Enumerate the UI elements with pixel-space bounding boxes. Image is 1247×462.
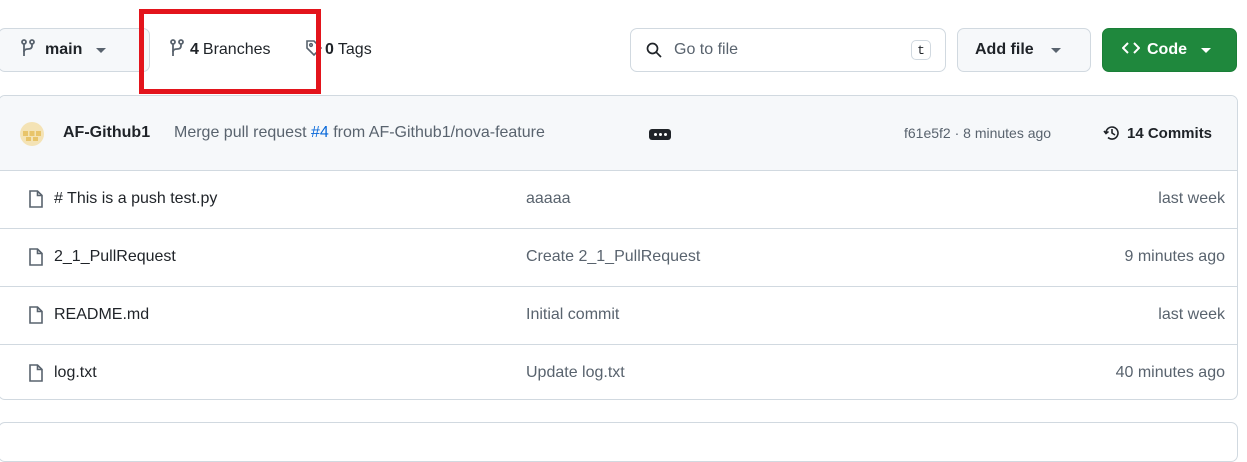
go-to-file-input[interactable]	[672, 40, 896, 60]
file-commit-date: 40 minutes ago	[1115, 364, 1225, 381]
file-commit-date: 9 minutes ago	[1124, 248, 1225, 265]
file-row[interactable]: log.txt Update log.txt 40 minutes ago	[0, 345, 1237, 399]
tags-label: Tags	[337, 41, 372, 58]
readme-box-edge	[0, 422, 1238, 462]
file-commit-message-link[interactable]: Initial commit	[526, 306, 619, 324]
git-branch-icon	[21, 38, 35, 62]
code-icon	[1121, 41, 1141, 60]
file-commit-message-link[interactable]: aaaaa	[526, 190, 571, 208]
expand-commit-ellipsis-icon[interactable]	[649, 129, 671, 140]
file-icon	[29, 306, 43, 329]
latest-commit-bar: AF-Github1 Merge pull request #4 from AF…	[0, 96, 1237, 171]
commit-author-link[interactable]: AF-Github1	[63, 124, 150, 142]
history-icon	[1103, 124, 1121, 142]
file-list-box: AF-Github1 Merge pull request #4 from AF…	[0, 95, 1238, 400]
code-label: Code	[1147, 41, 1187, 58]
file-commit-message-link[interactable]: Create 2_1_PullRequest	[526, 248, 700, 266]
file-name-link[interactable]: # This is a push test.py	[54, 190, 217, 208]
commits-history-link[interactable]: 14 Commits	[1103, 124, 1212, 142]
file-commit-date: last week	[1158, 306, 1225, 323]
file-row[interactable]: 2_1_PullRequest Create 2_1_PullRequest 9…	[0, 229, 1237, 287]
file-name-link[interactable]: log.txt	[54, 364, 97, 382]
pull-request-link[interactable]: #4	[311, 124, 329, 141]
branch-selector-button[interactable]: main	[0, 28, 150, 72]
chevron-down-icon	[1201, 47, 1211, 53]
shortcut-key-badge: t	[911, 40, 931, 60]
chevron-down-icon	[96, 47, 107, 53]
file-commit-date: last week	[1158, 190, 1225, 207]
file-name-link[interactable]: 2_1_PullRequest	[54, 248, 176, 266]
file-name-link[interactable]: README.md	[54, 306, 149, 324]
code-button[interactable]: Code	[1102, 28, 1237, 72]
file-icon	[29, 190, 43, 213]
commit-message-suffix: from AF-Github1/nova-feature	[333, 124, 545, 141]
file-icon	[29, 364, 43, 387]
file-row[interactable]: README.md Initial commit last week	[0, 287, 1237, 345]
chevron-down-icon	[1050, 47, 1061, 53]
file-row[interactable]: # This is a push test.py aaaaa last week	[0, 171, 1237, 229]
add-file-label: Add file	[975, 41, 1034, 58]
commit-message-prefix: Merge pull request	[174, 124, 307, 141]
commit-message[interactable]: Merge pull request #4 from AF-Github1/no…	[174, 124, 545, 142]
branches-highlight-box	[139, 9, 321, 94]
tags-count: 0	[325, 41, 334, 58]
commits-count: 14 Commits	[1127, 124, 1213, 142]
search-icon	[646, 42, 662, 58]
repo-toolbar: main 4 Branches 0 Tags t A	[0, 0, 1247, 100]
go-to-file-search[interactable]: t	[630, 28, 946, 72]
file-commit-message-link[interactable]: Update log.txt	[526, 364, 625, 382]
commit-hash-time[interactable]: f61e5f2 · 8 minutes ago	[904, 125, 1051, 141]
file-icon	[29, 248, 43, 271]
branch-selector-label: main	[45, 41, 83, 58]
add-file-button[interactable]: Add file	[957, 28, 1091, 72]
avatar[interactable]	[20, 122, 44, 146]
